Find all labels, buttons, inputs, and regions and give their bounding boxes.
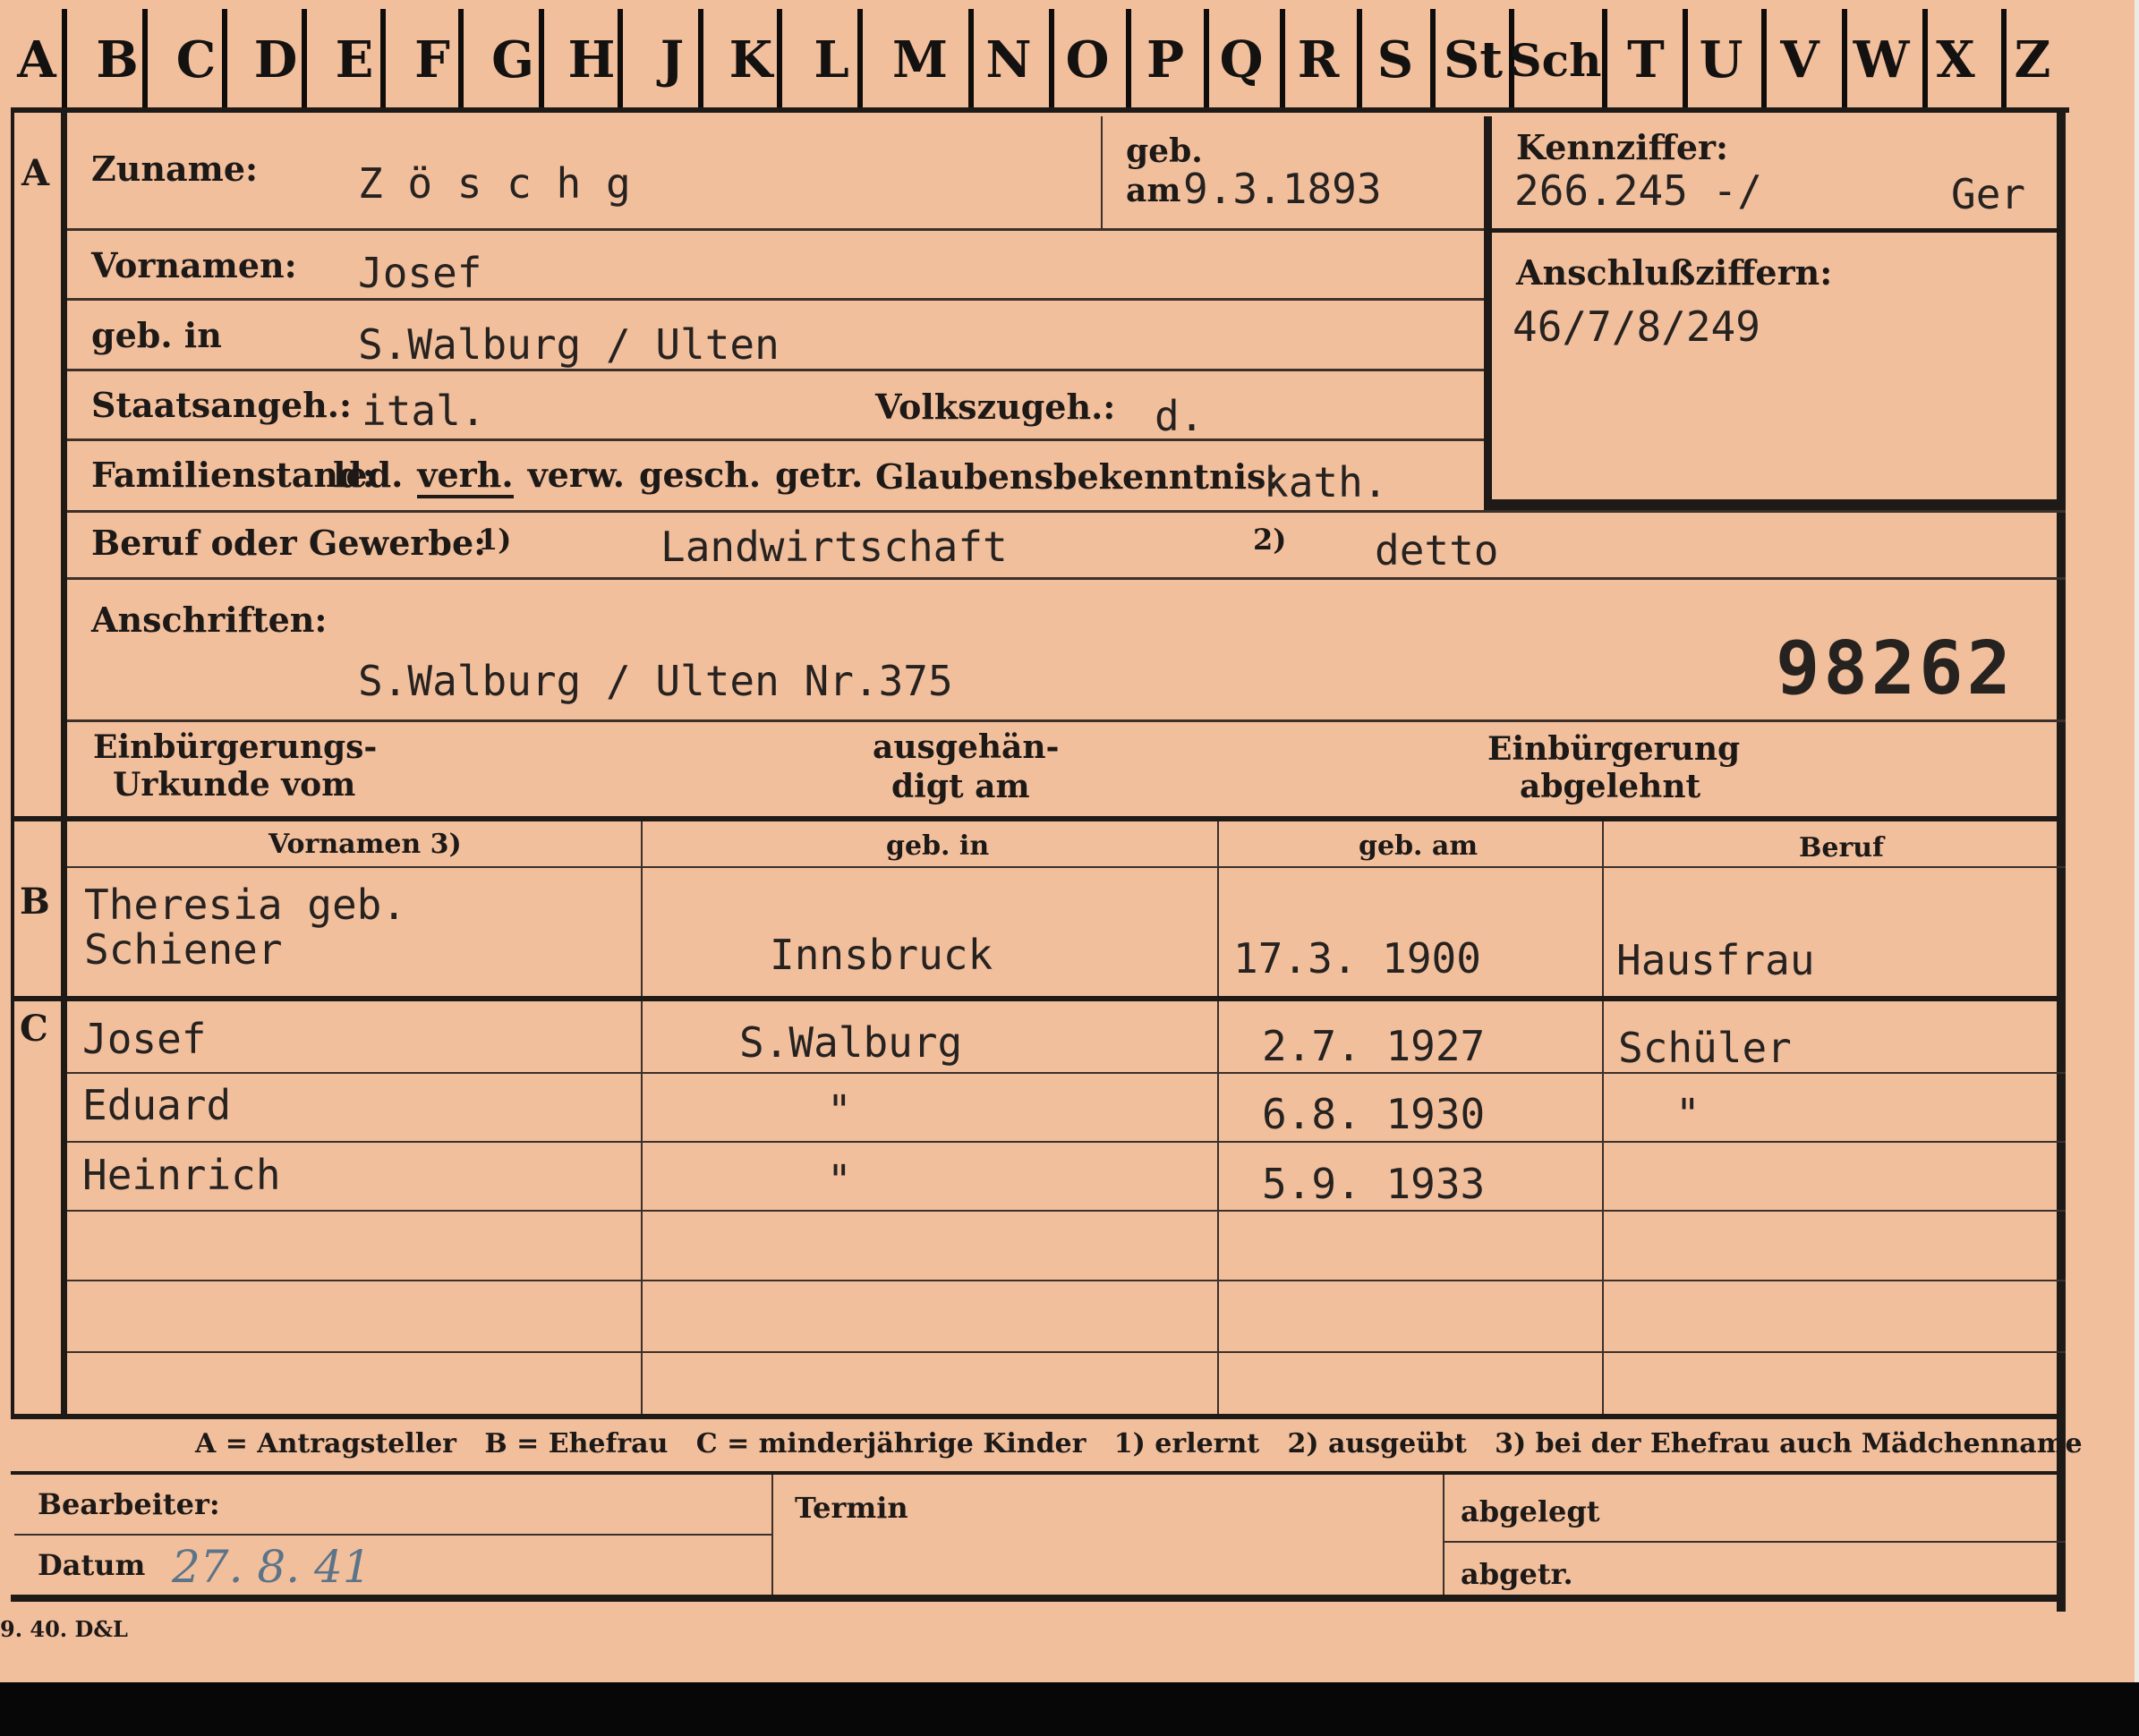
col-header-birth-date: geb. am [1359, 830, 1479, 862]
tab-q[interactable]: Q [1220, 11, 1264, 109]
link-codes-label: Anschlußziffern: [1516, 252, 1833, 293]
surname-value: Z ö s c h g [358, 159, 631, 208]
child-1-first-name: Josef [82, 1015, 207, 1063]
spouse-first-name-line1: Theresia geb. [84, 881, 407, 929]
marital-option-separated[interactable]: getr. [775, 455, 863, 498]
clerk-label: Bearbeiter: [38, 1487, 220, 1521]
born-on-label: am [1126, 172, 1181, 209]
removed-label: abgetr. [1461, 1557, 1573, 1591]
addresses-label: Anschriften: [91, 600, 328, 640]
marital-option-widowed[interactable]: verw. [528, 455, 625, 498]
tab-p[interactable]: P [1146, 11, 1184, 109]
spouse-birth-date: 17.3. 1900 [1233, 934, 1481, 983]
registration-card: A B C D E F G H J K L M N O P Q R S St S… [0, 0, 2135, 1682]
child-1-occupation: Schüler [1618, 1024, 1792, 1072]
religion-label: Glaubensbekenntnis: [875, 456, 1279, 497]
tab-m[interactable]: M [892, 11, 948, 109]
tab-z[interactable]: Z [2014, 11, 2051, 109]
child-1-birthplace: S.Walburg [739, 1018, 963, 1067]
child-3-birthplace: " [827, 1156, 852, 1204]
tab-h[interactable]: H [568, 11, 616, 109]
occupation-learned-marker: 1) [478, 523, 512, 557]
spouse-birthplace: Innsbruck [770, 931, 993, 979]
tab-st[interactable]: St [1437, 11, 1509, 109]
surname-label: Zuname: [91, 149, 259, 189]
naturalization-refused-label-2: abgelehnt [1520, 768, 1701, 805]
occupation-learned-value: Landwirtschaft [660, 523, 1008, 571]
nationality-label: Staatsangeh.: [91, 385, 353, 425]
tab-c[interactable]: C [176, 11, 217, 109]
child-2-occupation: " [1675, 1090, 1700, 1138]
address-value: S.Walburg / Ulten Nr.375 [358, 657, 953, 705]
code-suffix: Ger [1951, 170, 2026, 218]
col-header-birthplace: geb. in [886, 830, 990, 862]
child-2-first-name: Eduard [82, 1081, 232, 1129]
birthplace-label: geb. in [91, 315, 222, 355]
filed-label: abgelegt [1461, 1494, 1600, 1528]
tab-g[interactable]: G [491, 11, 534, 109]
appointment-label: Termin [795, 1491, 908, 1525]
occupation-practised-value: detto [1375, 526, 1499, 574]
tab-b[interactable]: B [96, 11, 138, 109]
date-value: 27. 8. 41 [172, 1541, 371, 1593]
ethnicity-value: d. [1155, 392, 1205, 440]
birth-date-value: 9.3.1893 [1183, 165, 1382, 213]
tab-o[interactable]: O [1066, 11, 1110, 109]
section-c-marker: C [20, 1008, 48, 1050]
tab-n[interactable]: N [985, 11, 1031, 109]
occupation-label: Beruf oder Gewerbe: [91, 523, 487, 563]
handed-over-label-1: ausgehän- [873, 728, 1060, 766]
file-number: 98262 [1776, 626, 2015, 711]
child-3-first-name: Heinrich [82, 1151, 281, 1199]
legend: A = Antragsteller B = Ehefrau C = minder… [195, 1428, 2083, 1459]
marital-option-single[interactable]: led. [333, 455, 403, 498]
ethnicity-label: Volkszugeh.: [875, 387, 1116, 427]
tab-e[interactable]: E [336, 11, 374, 109]
code-label: Kennziffer: [1516, 127, 1729, 167]
spouse-first-name-line2: Schiener [84, 925, 283, 974]
marital-option-married[interactable]: verh. [417, 455, 514, 498]
birthplace-value: S.Walburg / Ulten [358, 320, 780, 369]
child-2-birthplace: " [827, 1086, 852, 1135]
child-3-birth-date: 5.9. 1933 [1262, 1160, 1486, 1208]
first-names-value: Josef [358, 249, 482, 297]
scan-edge [0, 1682, 2139, 1736]
handed-over-label-2: digt am [891, 768, 1030, 805]
religion-value: kath. [1264, 458, 1388, 506]
tab-r[interactable]: R [1298, 11, 1340, 109]
link-codes-value: 46/7/8/249 [1513, 302, 1760, 351]
first-names-label: Vornamen: [91, 245, 297, 285]
tab-t[interactable]: T [1627, 11, 1665, 109]
marital-options: led. verh. verw. gesch. getr. [333, 455, 863, 498]
tab-a[interactable]: A [17, 11, 55, 109]
tab-x[interactable]: X [1936, 11, 1974, 109]
marital-option-divorced[interactable]: gesch. [639, 455, 761, 498]
naturalization-certificate-label-1: Einbürgerungs- [93, 728, 378, 766]
nationality-value: ital. [362, 387, 486, 435]
code-value: 266.245 -/ [1514, 166, 1762, 215]
col-header-first-names: Vornamen 3) [268, 829, 462, 860]
naturalization-certificate-label-2: Urkunde vom [113, 766, 356, 804]
tab-k[interactable]: K [729, 11, 773, 109]
print-code: 9. 40. D&L [0, 1616, 128, 1642]
tab-j[interactable]: J [653, 11, 691, 109]
tab-v[interactable]: V [1780, 11, 1819, 109]
child-2-birth-date: 6.8. 1930 [1262, 1090, 1486, 1138]
naturalization-refused-label-1: Einbürgerung [1487, 730, 1741, 768]
occupation-practised-marker: 2) [1253, 523, 1287, 557]
tab-u[interactable]: U [1700, 11, 1743, 109]
child-1-birth-date: 2.7. 1927 [1262, 1022, 1486, 1070]
spouse-occupation: Hausfrau [1616, 936, 1815, 984]
section-a-marker: A [21, 152, 50, 194]
date-label: Datum [38, 1548, 146, 1582]
tab-d[interactable]: D [254, 11, 298, 109]
tab-sch[interactable]: Sch [1510, 11, 1602, 109]
tab-w[interactable]: W [1854, 11, 1910, 109]
tab-l[interactable]: L [813, 11, 850, 109]
section-b-marker: B [20, 881, 50, 923]
tab-s[interactable]: S [1376, 11, 1414, 109]
tab-f[interactable]: F [413, 11, 451, 109]
col-header-occupation: Beruf [1799, 832, 1884, 864]
